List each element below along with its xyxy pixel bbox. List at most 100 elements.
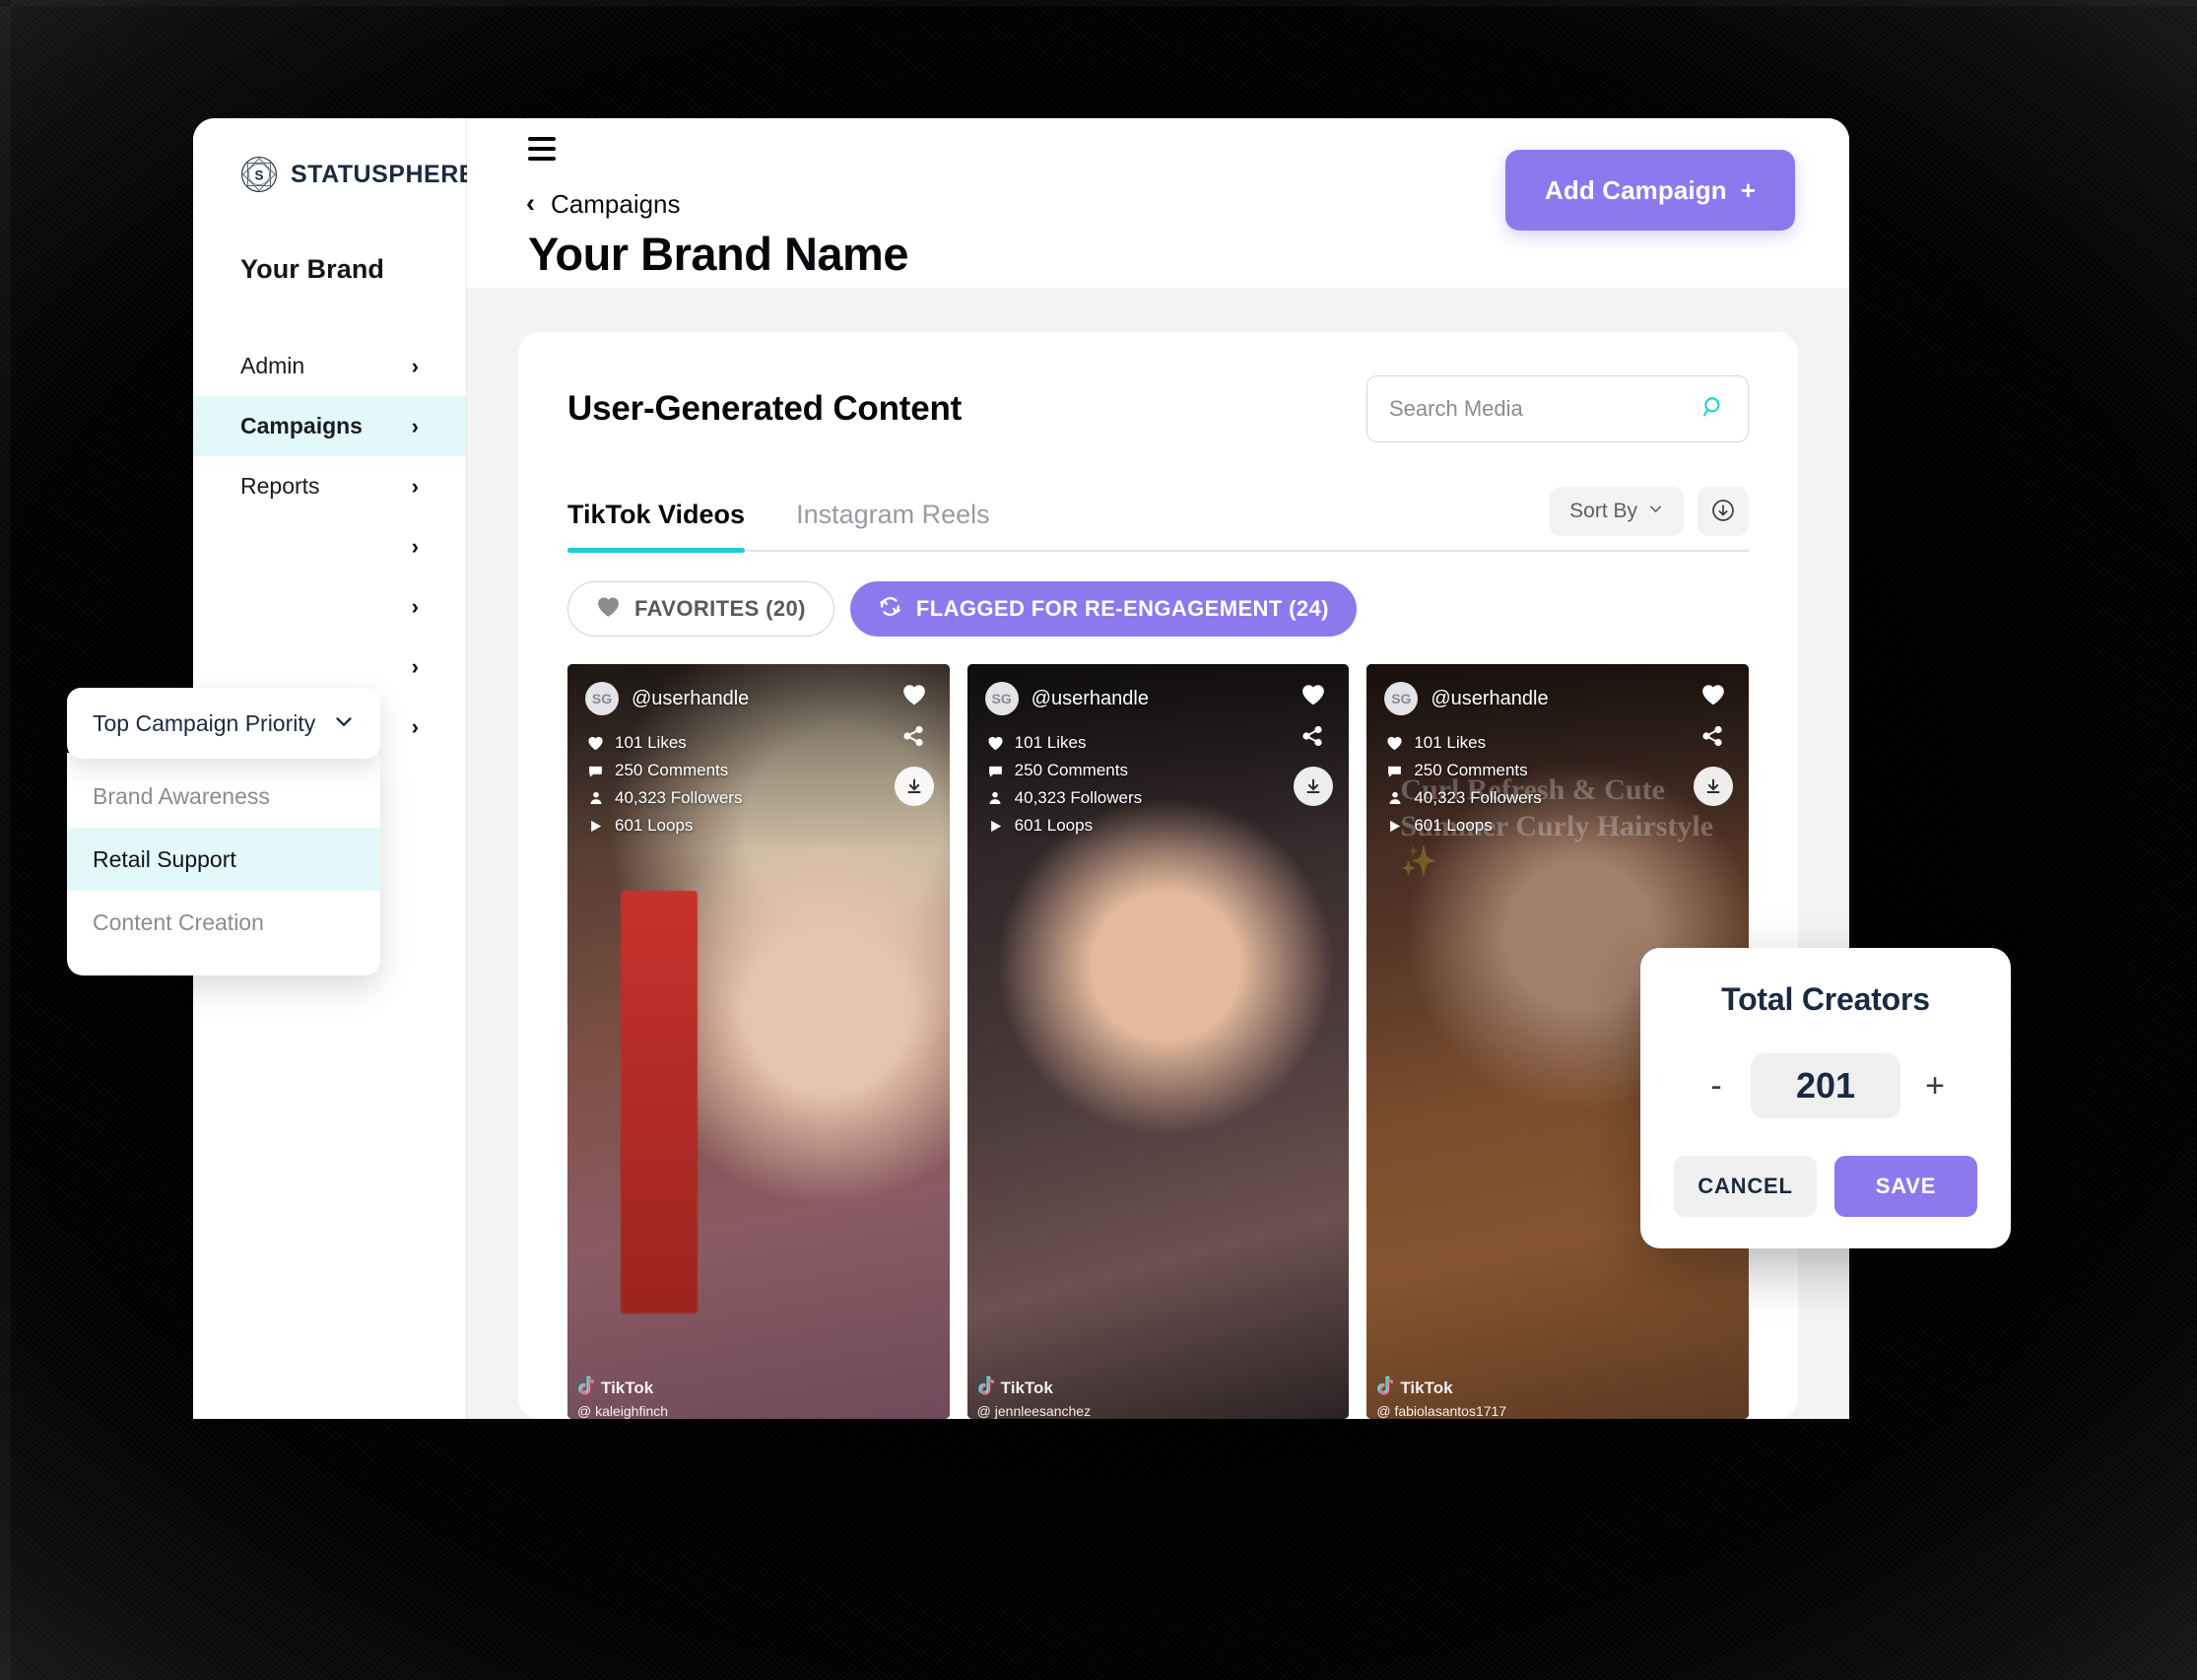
chevron-left-icon: ‹ xyxy=(526,188,535,218)
heart-icon xyxy=(587,735,604,752)
comment-icon xyxy=(1386,763,1403,779)
dropdown-option-brand-awareness[interactable]: Brand Awareness xyxy=(67,765,380,828)
dropdown-option-retail-support[interactable]: Retail Support xyxy=(67,828,380,891)
chevron-right-icon: › xyxy=(411,413,419,438)
sidebar-item-label: Reports xyxy=(240,473,320,499)
chevron-right-icon: › xyxy=(411,533,419,559)
tab-tiktok-videos[interactable]: TikTok Videos xyxy=(567,500,746,553)
creators-count-value[interactable]: 201 xyxy=(1751,1053,1900,1118)
media-stats: 101 Likes 250 Comments 40,323 Followers xyxy=(1386,733,1542,836)
creator-handle: @userhandle xyxy=(632,687,750,709)
stat-followers: 40,323 Followers xyxy=(1386,788,1542,808)
heart-icon xyxy=(987,735,1004,752)
favorite-icon[interactable] xyxy=(1300,682,1326,707)
search-input[interactable] xyxy=(1389,396,1685,422)
person-icon xyxy=(1386,790,1403,807)
comment-icon xyxy=(987,763,1004,779)
media-card-header: SG @userhandle xyxy=(585,682,932,715)
dropdown-selected-label: Top Campaign Priority xyxy=(93,709,316,736)
share-icon[interactable] xyxy=(901,724,927,750)
tiktok-handle-row: @ jennleesanchez xyxy=(977,1403,1091,1419)
tab-instagram-reels[interactable]: Instagram Reels xyxy=(796,500,990,550)
media-actions xyxy=(1294,682,1334,806)
decrement-button[interactable]: - xyxy=(1696,1069,1737,1103)
sort-by-label: Sort By xyxy=(1569,500,1637,522)
stat-comments-value: 250 Comments xyxy=(1014,761,1128,779)
tiktok-brand-row: TikTok xyxy=(977,1376,1091,1401)
stat-likes: 101 Likes xyxy=(1386,733,1541,753)
download-icon[interactable] xyxy=(1294,767,1334,806)
search-media-box[interactable] xyxy=(1366,375,1749,442)
stat-loops-value: 601 Loops xyxy=(1014,816,1094,835)
chevron-right-icon: › xyxy=(411,593,419,619)
dropdown-option-content-creation[interactable]: Content Creation xyxy=(67,891,380,954)
tiktok-brand-label: TikTok xyxy=(1000,1378,1053,1397)
tiktok-handle-row: @ kaleighfinch xyxy=(577,1403,668,1419)
avatar: SG xyxy=(585,682,619,715)
share-icon[interactable] xyxy=(1300,724,1326,750)
media-card[interactable]: SG @userhandle 101 Likes 250 Comments 40… xyxy=(567,664,950,1419)
download-icon[interactable] xyxy=(894,767,934,806)
tiktok-handle-label: @ kaleighfinch xyxy=(577,1403,669,1419)
chevron-right-icon: › xyxy=(411,713,419,739)
media-grid: SG @userhandle 101 Likes 250 Comments 40… xyxy=(567,664,1750,1419)
stat-likes: 101 Likes xyxy=(587,733,742,753)
brand-wordmark: STATUSPHERE xyxy=(291,160,476,188)
cancel-button[interactable]: CANCEL xyxy=(1674,1156,1817,1217)
play-icon xyxy=(1386,818,1403,835)
heart-icon xyxy=(596,595,621,624)
stat-comments-value: 250 Comments xyxy=(615,761,729,779)
favorite-icon[interactable] xyxy=(901,682,927,707)
favorites-label: FAVORITES (20) xyxy=(634,596,806,621)
media-actions xyxy=(1694,682,1734,806)
creators-stepper: - 201 + xyxy=(1674,1053,1977,1118)
chevron-right-icon: › xyxy=(411,353,419,378)
brand-logo: S STATUSPHERE xyxy=(193,118,475,193)
favorites-filter-pill[interactable]: FAVORITES (20) xyxy=(567,581,834,637)
topbar: ‹ Campaigns Your Brand Name Add Campaign… xyxy=(467,118,1849,288)
dropdown-trigger[interactable]: Top Campaign Priority xyxy=(67,688,380,759)
hamburger-menu-icon[interactable] xyxy=(528,137,556,161)
chevron-right-icon: › xyxy=(411,473,419,499)
media-card[interactable]: SG @userhandle 101 Likes 250 Comments 40… xyxy=(966,664,1350,1419)
sidebar-item-admin[interactable]: Admin › xyxy=(193,336,466,396)
sidebar-item-reports[interactable]: Reports › xyxy=(193,456,466,516)
media-card-header: SG @userhandle xyxy=(984,682,1332,715)
chevron-down-icon xyxy=(331,708,357,739)
search-icon[interactable] xyxy=(1700,394,1726,425)
stat-likes-value: 101 Likes xyxy=(1014,733,1087,752)
favorite-icon[interactable] xyxy=(1700,682,1726,707)
increment-button[interactable]: + xyxy=(1914,1069,1956,1103)
creator-handle: @userhandle xyxy=(1431,687,1549,709)
sidebar-item-campaigns[interactable]: Campaigns › xyxy=(193,396,466,456)
download-all-button[interactable] xyxy=(1698,487,1749,536)
flagged-reengagement-pill[interactable]: FLAGGED FOR RE-ENGAGEMENT (24) xyxy=(849,581,1357,637)
media-card-header: SG @userhandle xyxy=(1384,682,1731,715)
media-stats: 101 Likes 250 Comments 40,323 Followers xyxy=(587,733,742,836)
sidebar-item-obscured-2[interactable]: › xyxy=(193,576,466,637)
stat-loops: 601 Loops xyxy=(987,816,1142,836)
sort-by-button[interactable]: Sort By xyxy=(1550,487,1684,536)
sidebar-item-label: Campaigns xyxy=(240,413,363,438)
ugc-title: User-Generated Content xyxy=(567,389,963,428)
add-campaign-button[interactable]: Add Campaign + xyxy=(1505,150,1795,231)
dropdown-options-list: Brand Awareness Retail Support Content C… xyxy=(67,753,380,975)
ugc-header: User-Generated Content xyxy=(567,375,1749,442)
save-button[interactable]: SAVE xyxy=(1834,1156,1977,1217)
sidebar-item-obscured-1[interactable]: › xyxy=(193,516,466,576)
tiktok-brand-label: TikTok xyxy=(601,1378,654,1397)
statusphere-logo-icon: S xyxy=(240,156,278,193)
tiktok-handle-label: @ jennleesanchez xyxy=(976,1403,1092,1419)
breadcrumb[interactable]: ‹ Campaigns xyxy=(526,189,681,220)
brand-name: Your Brand xyxy=(240,254,385,284)
media-stats: 101 Likes 250 Comments 40,323 Followers xyxy=(987,733,1142,836)
person-icon xyxy=(987,790,1004,807)
content-area: User-Generated Content TikTok Videos I xyxy=(467,288,1849,1419)
svg-text:S: S xyxy=(255,168,264,183)
tiktok-note-icon xyxy=(977,1376,996,1401)
download-icon[interactable] xyxy=(1694,767,1734,806)
heart-icon xyxy=(1386,735,1403,752)
share-icon[interactable] xyxy=(1700,724,1726,750)
stat-comments: 250 Comments xyxy=(987,761,1142,780)
stat-loops-value: 601 Loops xyxy=(1414,816,1493,835)
